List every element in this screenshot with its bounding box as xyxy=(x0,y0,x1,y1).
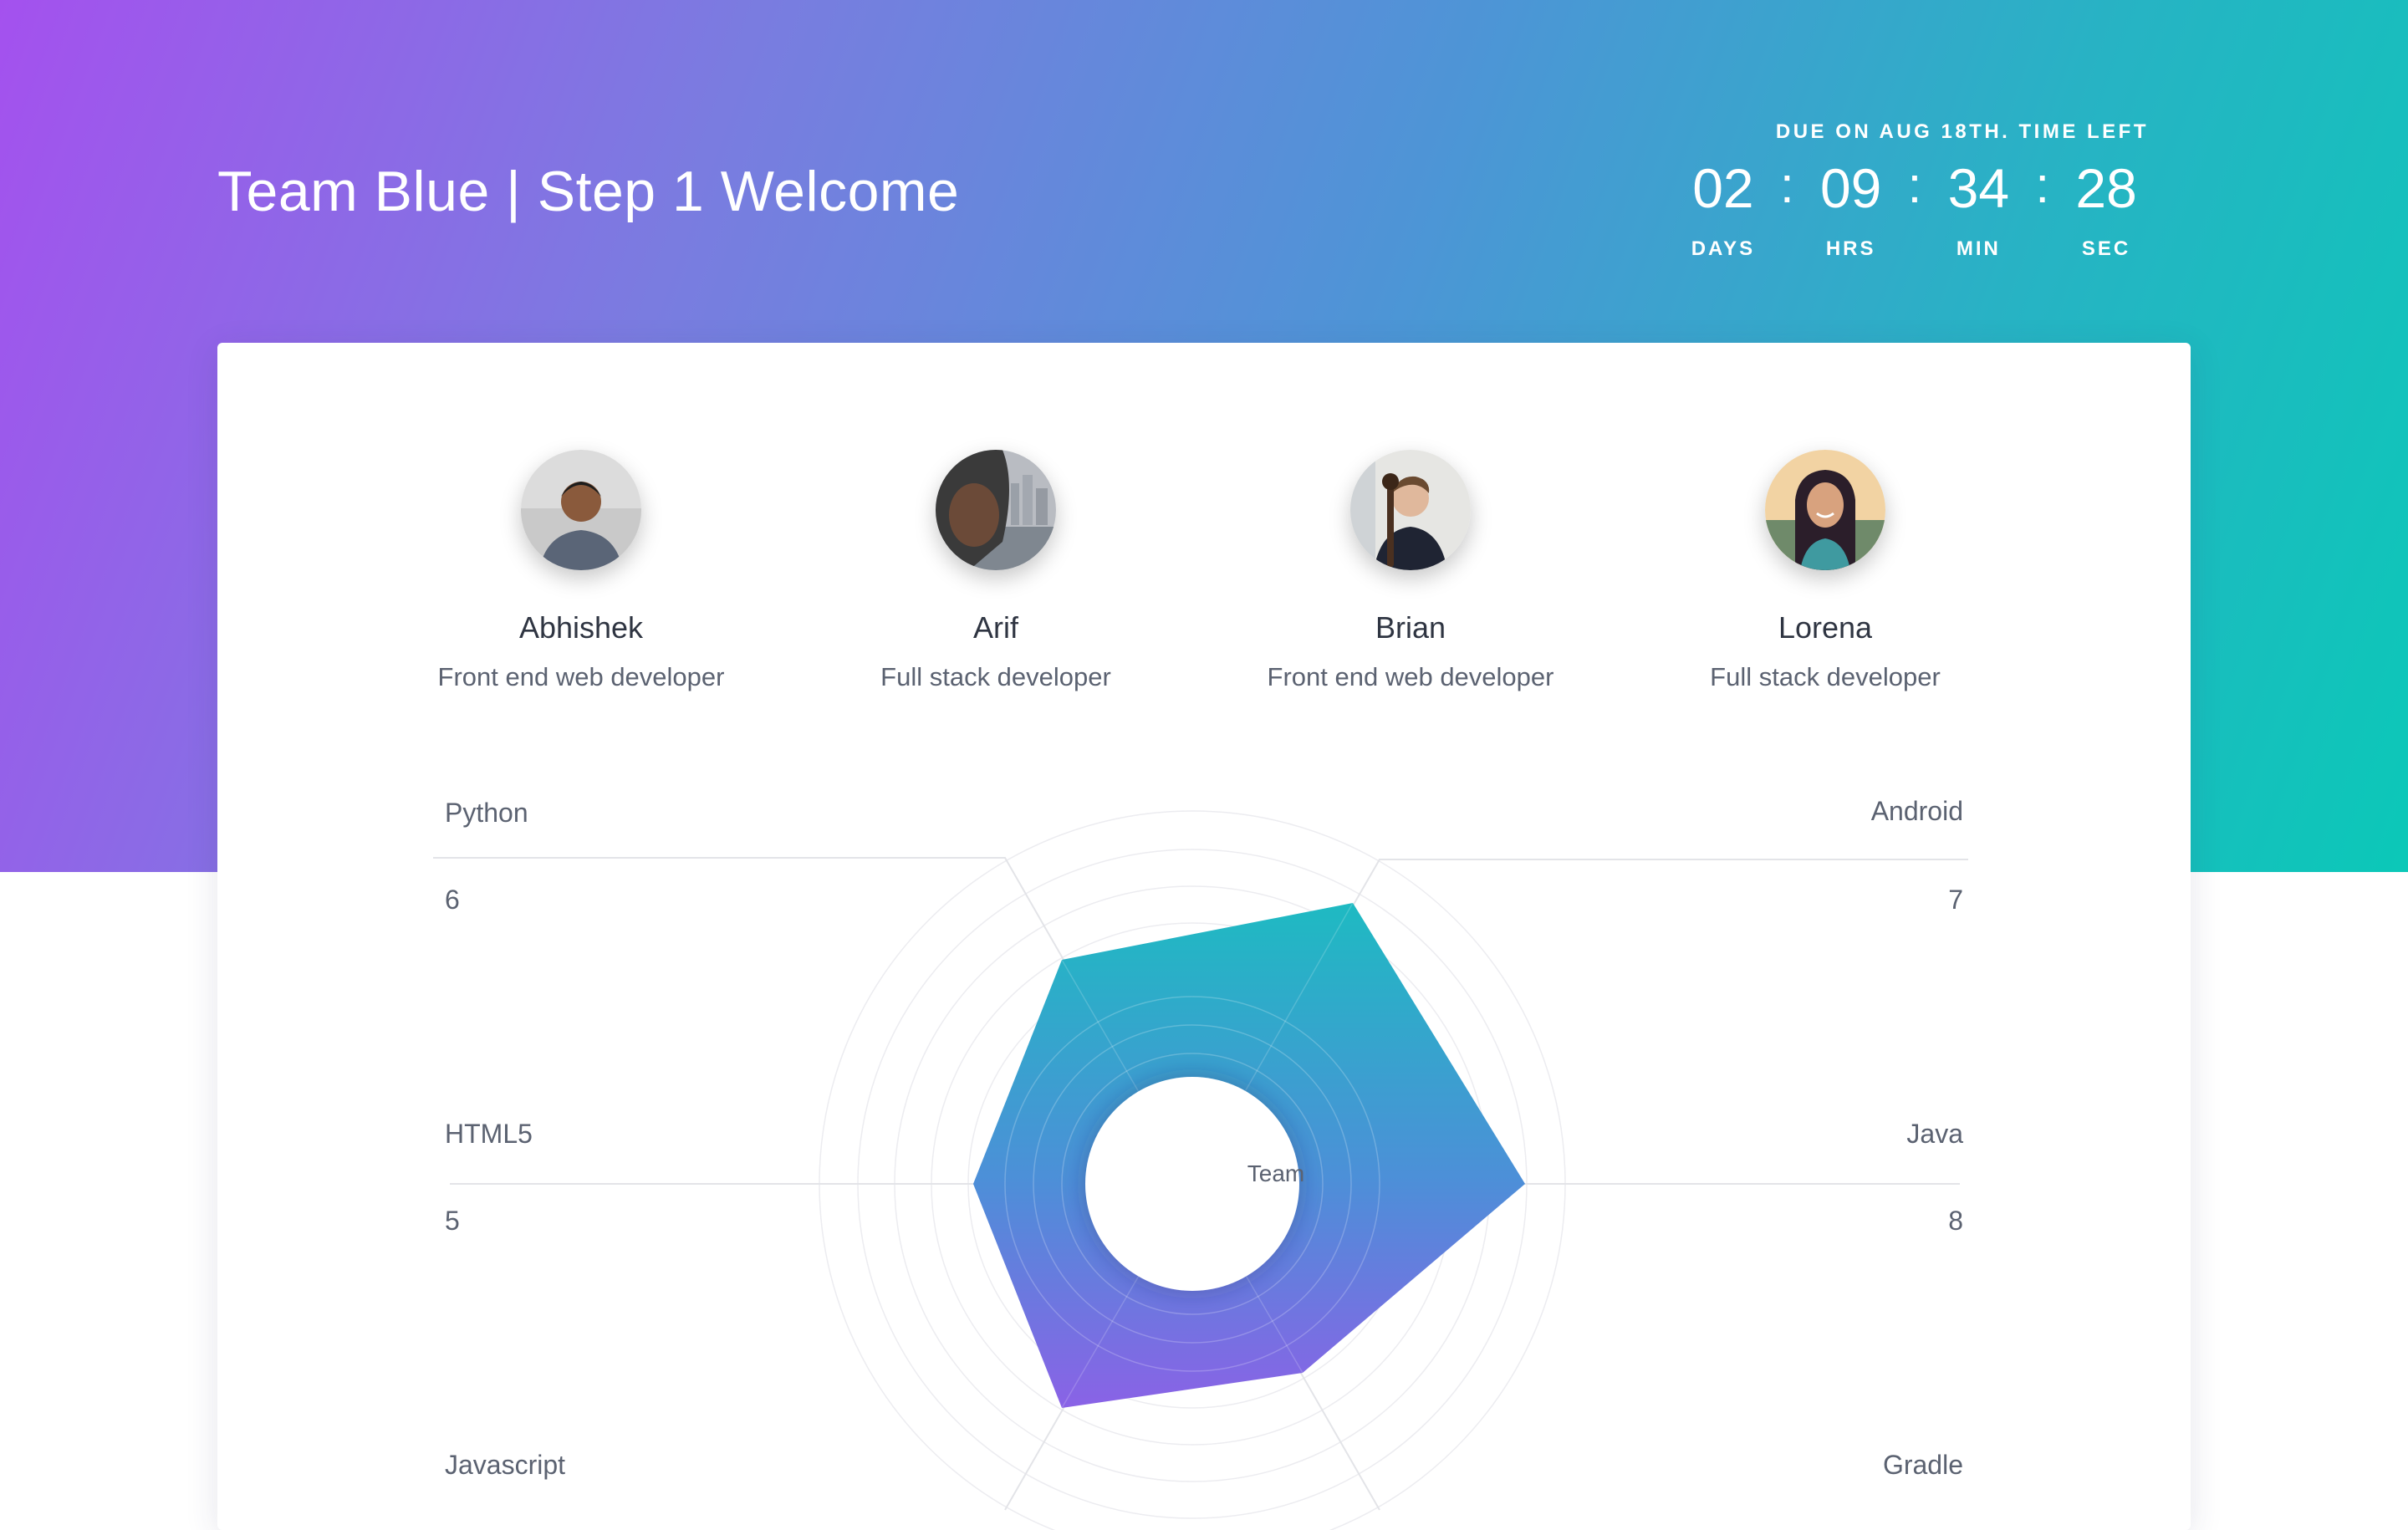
skill-label-javascript: Javascript xyxy=(445,1450,566,1480)
radar-center-label: Team xyxy=(1247,1160,1305,1186)
skill-score-java: 8 xyxy=(1948,1206,1963,1236)
timer-value: 28 xyxy=(2075,157,2137,219)
skill-label-python: Python xyxy=(445,798,528,828)
timer-separator: : xyxy=(1907,157,1922,213)
skill-label-html5: HTML5 xyxy=(445,1119,533,1149)
timer-label: DAYS xyxy=(1691,237,1756,260)
timer-value: 34 xyxy=(1947,157,2010,219)
skill-score-python: 6 xyxy=(445,885,460,915)
timer-hours: 09 HRS xyxy=(1809,161,1894,261)
countdown-timer: DUE ON AUG 18TH. TIME LEFT 02 DAYS : 09 … xyxy=(1681,120,2149,261)
timer-separator: : xyxy=(2035,157,2050,213)
timer-label: SEC xyxy=(2081,237,2131,260)
timer-days: 02 DAYS xyxy=(1681,161,1766,261)
timer-seconds: 28 SEC xyxy=(2064,161,2149,261)
skill-label-gradle: Gradle xyxy=(1882,1450,1963,1480)
team-skills-radar xyxy=(433,810,1968,1530)
timer-row: 02 DAYS : 09 HRS : 34 MIN : 28 SEC xyxy=(1681,161,2149,261)
skill-score-html5: 5 xyxy=(445,1206,460,1236)
skill-label-java: Java xyxy=(1906,1119,1963,1149)
due-date-label: DUE ON AUG 18TH. TIME LEFT xyxy=(1775,120,2149,143)
timer-minutes: 34 MIN xyxy=(1936,161,2021,261)
timer-label: HRS xyxy=(1825,237,1876,260)
skill-label-android: Android xyxy=(1870,796,1963,826)
page-title: Team Blue | Step 1 Welcome xyxy=(217,160,960,223)
timer-label: MIN xyxy=(1956,237,2001,260)
team-card: Abhishek Front end web developer Arif Fu… xyxy=(217,343,2191,1530)
timer-value: 09 xyxy=(1819,157,1882,219)
timer-value: 02 xyxy=(1692,157,1754,219)
timer-separator: : xyxy=(1779,157,1794,213)
skill-score-android: 7 xyxy=(1948,885,1963,915)
